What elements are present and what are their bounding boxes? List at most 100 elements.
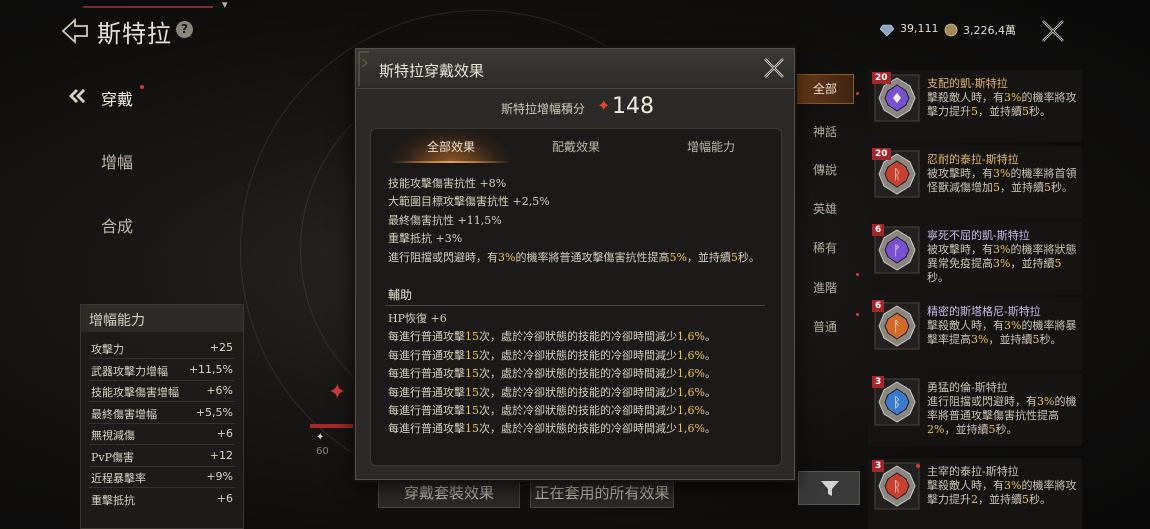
item-name: 主宰的泰拉-斯特拉 [927,465,1019,478]
category-tab[interactable]: 普通 [796,318,854,335]
stat-label: 技能攻擊傷害增幅 [91,386,179,399]
text-segment: ，並持續 [1010,257,1055,270]
item-description: 擊殺敵人時，有3%的機率將攻擊力提升2，並持續5秒。 [927,479,1077,507]
stat-row: 武器攻擊力增幅 +11,5% [91,363,233,379]
category-tab[interactable]: 英雄 [796,200,854,217]
text-segment: 每進行普通攻擊 [388,330,465,344]
highlight-value: 1,6% [677,385,705,399]
stat-row: 重擊抵抗 +6 [91,492,233,508]
item-level-badge: 6 [872,300,885,312]
text-segment: 。 [704,404,716,417]
text-segment: HP恢復 +6 [388,312,447,325]
stat-label: 重擊抵抗 [91,493,135,507]
filter-icon [821,481,839,496]
progress-label: 60 [316,446,329,457]
stella-item[interactable]: ♦ 20 支配的凱-斯特拉 擊殺敵人時，有3%的機率將攻擊力提升5，並持續5秒。 [868,70,1082,142]
nav-item-amplify[interactable]: 增幅 [101,149,133,173]
text-segment: 被攻擊時，有 [927,167,993,180]
highlight-value: 3% [1004,91,1022,104]
stat-label: 無視減傷 [91,429,135,442]
category-tab[interactable]: 神話 [796,123,854,140]
stat-label: PvP傷害 [91,450,135,464]
filter-button[interactable] [798,471,860,505]
help-icon[interactable]: ? [176,21,193,38]
effect-line: 最終傷害抗性 +11,5% [388,212,502,228]
highlight-value: 3% [498,250,516,264]
stats-heading: 增幅能力 [81,305,243,332]
modal-close-icon[interactable] [761,55,787,81]
item-description: 被攻擊時，有3%的機率將狀態異常免疫提高3%，並持續5秒。 [927,243,1077,285]
stella-item[interactable]: ᚠ 6 寧死不屈的凱-斯特拉 被攻擊時，有3%的機率將狀態異常免疫提高3%，並持續5秒… [868,222,1082,294]
highlight-value: 5% [669,250,687,264]
close-icon[interactable] [1040,18,1066,44]
gold-coin-icon [944,23,958,37]
text-segment: 擊殺敵人時，有 [927,319,1004,332]
item-description: 進行阻擋或閃避時，有3%的機率將普通攻擊傷害抗性提高2%，並持續5秒。 [927,395,1077,437]
category-tab[interactable]: 稀有 [796,239,854,256]
highlight-value: 15 [465,367,479,381]
notification-dot [916,464,920,468]
support-effect-line: HP恢復 +6 [388,310,447,326]
text-segment: 。 [704,348,716,362]
text-segment: 進行阻擋或閃避時，有 [388,250,498,264]
stat-value: +6 [216,491,233,505]
back-arrow-icon[interactable] [60,16,90,46]
item-name: 勇猛的倫-斯特拉 [927,381,1008,394]
category-tab[interactable]: 全部 [796,74,854,104]
notification-dot [140,85,144,89]
support-heading: 輔助 [388,288,413,302]
highlight-value: 5 [1044,181,1051,194]
item-description: 擊殺敵人時，有3%的機率將暴擊率提高3%，並持續5秒。 [927,319,1077,347]
stat-value: +9% [206,470,233,483]
highlight-value: 2% [927,423,945,436]
text-segment: 進行阻擋或閃避時，有 [927,395,1037,408]
notification-dot [856,92,859,95]
highlight-value: 3% [1004,319,1022,332]
equip-set-effect-button[interactable]: 穿戴套裝效果 [378,478,520,508]
category-tab[interactable]: 進階 [796,279,854,296]
svg-text:ᛒ: ᛒ [893,395,901,411]
stella-item[interactable]: ᚨ 6 精密的斯塔格尼-斯特拉 擊殺敵人時，有3%的機率將暴擊率提高3%，並持續5秒。 [868,298,1082,370]
highlight-value: 3% [993,257,1011,270]
nav-item-combine[interactable]: 合成 [101,213,133,237]
score-value: 148 [612,94,654,119]
highlight-value: 5 [971,105,978,118]
text-segment: 重擊抵抗 +3% [388,232,463,246]
text-segment: 秒。 [1029,105,1051,118]
diamond-icon [880,24,894,37]
stat-divider [89,358,235,359]
item-level-badge: 3 [872,376,885,388]
score-star-icon: ✦ [597,96,611,115]
chevron-down-icon[interactable]: ▾ [222,0,238,11]
stella-item[interactable]: ᛒ 3 勇猛的倫-斯特拉 進行阻擋或閃避時，有3%的機率將普通攻擊傷害抗性提高2%，並… [868,374,1082,446]
tab-wear-effects[interactable]: 配戴效果 [516,138,636,155]
highlight-value: 1,6% [677,404,705,417]
nav-item-wear[interactable]: 穿戴 [101,86,133,110]
tab-amplify-ability[interactable]: 增幅能力 [651,138,771,155]
highlight-value: 5 [1022,105,1029,118]
stat-divider [89,422,235,424]
notification-dot [856,273,859,276]
text-segment: 秒。 [737,250,760,264]
stella-item[interactable]: ᚱ 20 忍耐的泰拉-斯特拉 被攻擊時，有3%的機率將首領怪獸減傷增加5，並持續5秒。 [868,146,1082,218]
item-name: 寧死不屈的凱-斯特拉 [927,229,1030,242]
item-name: 精密的斯塔格尼-斯特拉 [927,305,1041,318]
text-segment: 。 [704,367,716,381]
modal-title: 斯特拉穿戴效果 [379,62,485,80]
svg-text:♦: ♦ [891,91,904,107]
stat-divider [89,379,235,381]
svg-text:ᚱ: ᚱ [893,479,901,495]
category-tab[interactable]: 傳說 [796,161,854,178]
tab-all-effects[interactable]: 全部效果 [391,138,511,155]
text-segment: 擊殺敵人時，有 [927,91,1004,104]
stella-item[interactable]: ᚱ 3 主宰的泰拉-斯特拉 擊殺敵人時，有3%的機率將攻擊力提升2，並持續5秒。 [868,458,1082,529]
item-description: 被攻擊時，有3%的機率將首領怪獸減傷增加5，並持續5秒。 [927,167,1077,195]
top-health-bar [83,0,213,8]
effects-panel: 全部效果 配戴效果 增幅能力 技能攻擊傷害抗性 +8% 大範圍目標攻擊傷害抗性 +… [370,128,782,466]
text-segment: 次，處於冷卻狀態的技能的冷卻時間減少 [479,385,677,399]
text-segment: 每進行普通攻擊 [388,348,465,362]
stat-value: +5,5% [195,405,233,419]
all-effects-button[interactable]: 正在套用的所有效果 [530,478,674,508]
score-label: 斯特拉增幅積分 [501,102,586,116]
item-description: 擊殺敵人時，有3%的機率將攻擊力提升5，並持續5秒。 [927,91,1077,119]
